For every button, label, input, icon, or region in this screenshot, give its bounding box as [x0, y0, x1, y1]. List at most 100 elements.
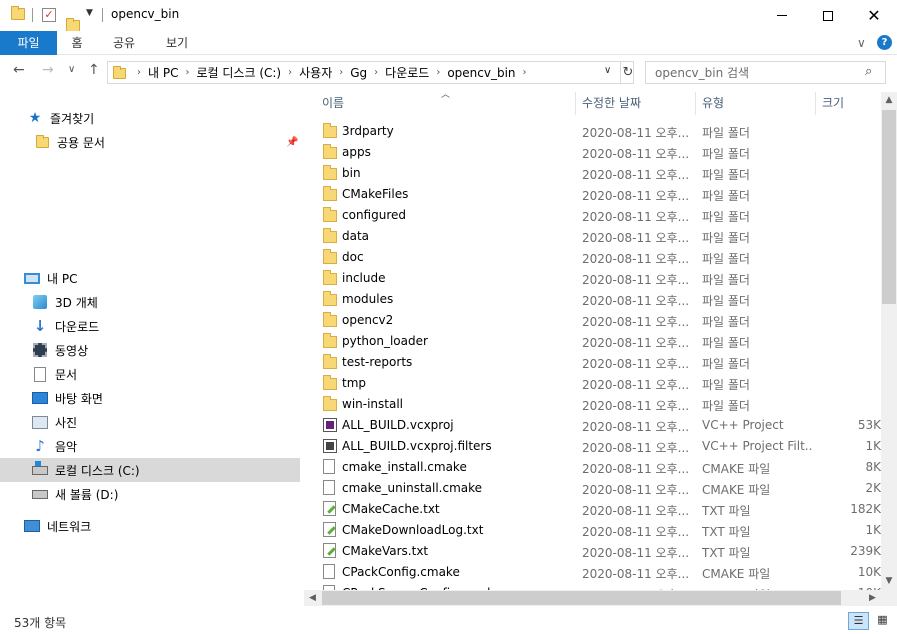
file-row[interactable]: cmake_uninstall.cmake 2020-08-11 오후... CMA…	[304, 478, 881, 499]
breadcrumb-this-pc[interactable]: 내 PC	[148, 64, 178, 81]
nav-public-documents[interactable]: 공용 문서 📌	[0, 130, 300, 154]
horizontal-scrollbar[interactable]: ◀ ▶	[304, 590, 881, 606]
chevron-right-icon[interactable]: ›	[436, 67, 440, 78]
column-size[interactable]: 크기	[816, 92, 881, 115]
help-icon[interactable]: ?	[877, 35, 892, 50]
chevron-right-icon[interactable]: ›	[523, 67, 527, 78]
expand-ribbon-icon[interactable]: ∨	[857, 36, 866, 50]
file-row[interactable]: test-reports 2020-08-11 오후... 파일 폴더	[304, 352, 881, 373]
chevron-right-icon[interactable]: ›	[374, 67, 378, 78]
chevron-right-icon[interactable]: ›	[185, 67, 189, 78]
file-row[interactable]: ALL_BUILD.vcxproj 2020-08-11 오후... VC++ Pr…	[304, 415, 881, 436]
folder-icon	[323, 207, 337, 222]
file-row[interactable]: win-install 2020-08-11 오후... 파일 폴더	[304, 394, 881, 415]
file-type: VC++ Project	[702, 418, 784, 432]
tab-share[interactable]: 공유	[100, 31, 148, 55]
scroll-up-icon[interactable]: ▲	[881, 92, 897, 109]
file-row[interactable]: CMakeFiles 2020-08-11 오후... 파일 폴더	[304, 184, 881, 205]
text-file-icon	[323, 501, 336, 516]
address-dropdown-icon[interactable]: ∨	[604, 65, 611, 76]
nav-volume-d[interactable]: 새 볼륨 (D:)	[0, 482, 300, 506]
breadcrumb-gg[interactable]: Gg	[350, 66, 367, 80]
file-name: apps	[342, 145, 371, 159]
file-row[interactable]: ALL_BUILD.vcxproj.filters 2020-08-11 오후..…	[304, 436, 881, 457]
chevron-right-icon[interactable]: ›	[339, 67, 343, 78]
tab-view[interactable]: 보기	[152, 31, 202, 55]
file-row[interactable]: CPackSourceConfig.cmake2020-08-11 오후...C…	[304, 583, 881, 590]
large-icons-view-icon[interactable]: ▦	[872, 612, 893, 630]
close-button[interactable]: ✕	[851, 0, 897, 31]
nav-quick-access[interactable]: ★ 즐겨찾기	[0, 106, 300, 130]
file-row[interactable]: tmp 2020-08-11 오후... 파일 폴더	[304, 373, 881, 394]
details-view-icon[interactable]: ☰	[848, 612, 869, 630]
file-type: 파일 폴더	[702, 315, 750, 329]
nav-local-disk-c[interactable]: 로컬 디스크 (C:)	[0, 458, 300, 482]
file-date: 2020-08-11 오후...	[582, 420, 690, 434]
file-row[interactable]: data 2020-08-11 오후... 파일 폴더	[304, 226, 881, 247]
chevron-right-icon[interactable]: ›	[288, 67, 292, 78]
vertical-scrollbar[interactable]: ▲ ▼	[881, 92, 897, 590]
file-row[interactable]: bin 2020-08-11 오후... 파일 폴더	[304, 163, 881, 184]
minimize-button[interactable]	[759, 0, 805, 31]
scroll-left-icon[interactable]: ◀	[304, 590, 321, 606]
customize-toolbar-icon[interactable]: ▼	[86, 8, 93, 18]
file-row[interactable]: apps 2020-08-11 오후... 파일 폴더	[304, 142, 881, 163]
tab-home[interactable]: 홈	[57, 31, 97, 55]
search-icon[interactable]: ⌕	[865, 64, 872, 79]
file-row[interactable]: CMakeDownloadLog.txt 2020-08-11 오후... TXT …	[304, 520, 881, 541]
file-row[interactable]: configured 2020-08-11 오후... 파일 폴더	[304, 205, 881, 226]
file-row[interactable]: include 2020-08-11 오후... 파일 폴더	[304, 268, 881, 289]
breadcrumb-users[interactable]: 사용자	[299, 64, 332, 81]
breadcrumb-downloads[interactable]: 다운로드	[385, 64, 429, 81]
file-type: 파일 폴더	[702, 399, 750, 413]
file-type: 파일 폴더	[702, 273, 750, 287]
horizontal-scroll-thumb[interactable]	[322, 591, 841, 605]
scroll-right-icon[interactable]: ▶	[864, 590, 881, 606]
refresh-icon[interactable]: ↻	[620, 62, 635, 83]
breadcrumb-local-disk[interactable]: 로컬 디스크 (C:)	[196, 64, 281, 81]
column-date[interactable]: 수정한 날짜	[576, 92, 696, 115]
file-row[interactable]: python_loader 2020-08-11 오후... 파일 폴더	[304, 331, 881, 352]
nav-videos[interactable]: 동영상	[0, 338, 300, 362]
file-row[interactable]: cmake_install.cmake 2020-08-11 오후... CMAKE…	[304, 457, 881, 478]
recent-locations-icon[interactable]: ∨	[68, 64, 75, 75]
address-bar[interactable]: › 내 PC › 로컬 디스크 (C:) › 사용자 › Gg › 다운로드 ›…	[107, 61, 634, 84]
text-file-icon	[323, 543, 336, 558]
vertical-scroll-thumb[interactable]	[882, 110, 896, 304]
nav-3d-objects[interactable]: 3D 개체	[0, 290, 300, 314]
file-date: 2020-08-11 오후...	[582, 462, 690, 476]
maximize-button[interactable]	[805, 0, 851, 31]
nav-item-label: 사진	[55, 415, 78, 430]
pin-icon[interactable]: 📌	[286, 137, 298, 148]
file-type: 파일 폴더	[702, 147, 750, 161]
file-row[interactable]: modules 2020-08-11 오후... 파일 폴더	[304, 289, 881, 310]
nav-this-pc[interactable]: 내 PC	[0, 266, 300, 290]
back-arrow-icon[interactable]: ←	[13, 62, 25, 78]
chevron-right-icon[interactable]: ›	[137, 67, 141, 78]
file-date: 2020-08-11 오후...	[582, 273, 690, 287]
minimize-icon	[777, 15, 787, 16]
file-row[interactable]: CMakeCache.txt 2020-08-11 오후... TXT 파일 182K	[304, 499, 881, 520]
file-row[interactable]: CPackConfig.cmake 2020-08-11 오후... CMAKE 파…	[304, 562, 881, 583]
nav-downloads[interactable]: ↓ 다운로드	[0, 314, 300, 338]
up-arrow-icon[interactable]: ↑	[88, 62, 100, 78]
nav-network[interactable]: 네트워크	[0, 514, 300, 538]
file-type: CMAKE 파일	[702, 483, 771, 497]
properties-icon[interactable]: ✓	[42, 8, 56, 22]
breadcrumb-opencv-bin[interactable]: opencv_bin	[447, 66, 515, 80]
file-row[interactable]: opencv2 2020-08-11 오후... 파일 폴더	[304, 310, 881, 331]
search-input[interactable]	[655, 65, 855, 81]
file-row[interactable]: CMakeVars.txt 2020-08-11 오후... TXT 파일 239K	[304, 541, 881, 562]
file-row[interactable]: doc 2020-08-11 오후... 파일 폴더	[304, 247, 881, 268]
nav-pictures[interactable]: 사진	[0, 410, 300, 434]
file-row[interactable]: 3rdparty 2020-08-11 오후... 파일 폴더	[304, 121, 881, 142]
tab-file[interactable]: 파일	[0, 31, 57, 55]
nav-documents[interactable]: 문서	[0, 362, 300, 386]
computer-icon	[24, 270, 40, 286]
nav-desktop[interactable]: 바탕 화면	[0, 386, 300, 410]
nav-music[interactable]: ♪ 음악	[0, 434, 300, 458]
forward-arrow-icon[interactable]: →	[42, 62, 54, 78]
scroll-down-icon[interactable]: ▼	[881, 573, 897, 590]
search-box[interactable]: ⌕	[645, 61, 886, 84]
column-type[interactable]: 유형	[696, 92, 816, 115]
